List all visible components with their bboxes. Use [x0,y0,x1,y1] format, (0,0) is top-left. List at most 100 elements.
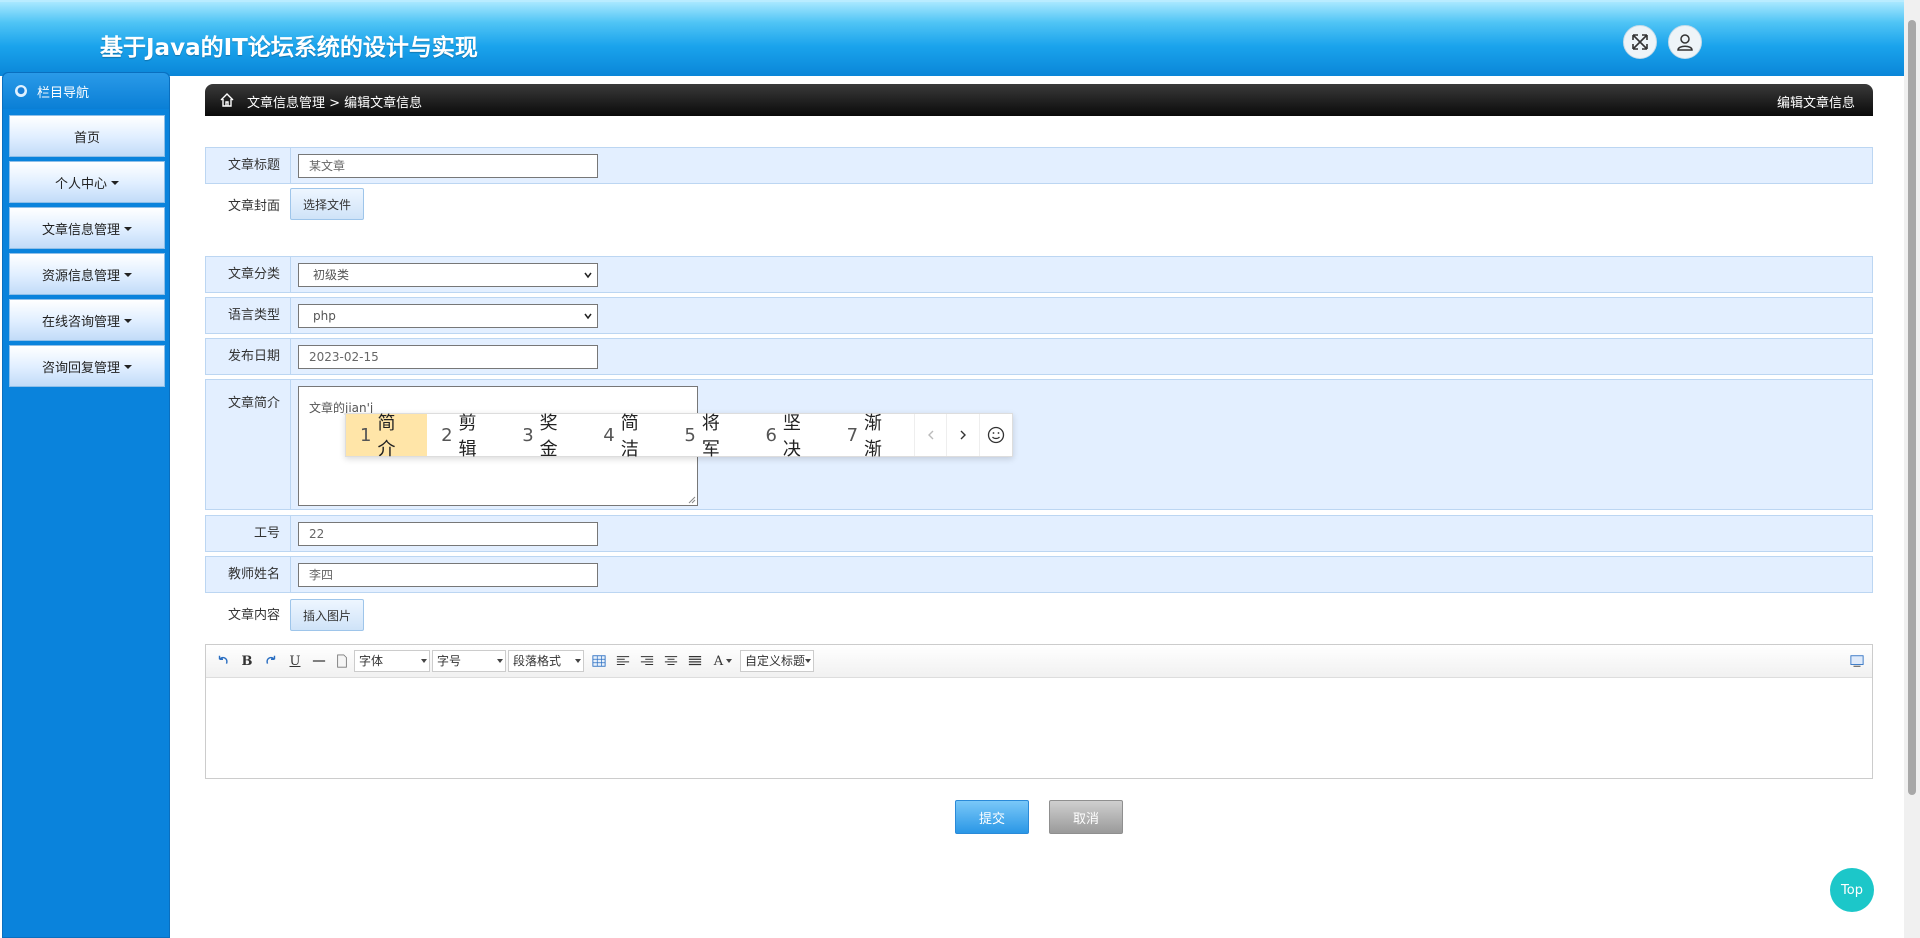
sidebar-item-article-management[interactable]: 文章信息管理 [9,207,165,249]
cancel-button[interactable]: 取消 [1049,800,1123,834]
horizontal-rule-icon[interactable] [310,653,328,669]
align-right-icon[interactable] [638,653,656,669]
page-icon[interactable] [333,653,351,669]
custom-heading-label: 自定义标题 [745,654,806,668]
intro-label: 文章简介 [206,380,291,509]
ime-candidate-text: 奖金 [539,413,558,460]
ime-prev-button[interactable] [913,414,947,456]
caret-down-icon [575,659,581,663]
sidebar: ● 栏目导航 首页 个人中心 文章信息管理 资源信息管理 在线咨询管理 咨询回复… [2,72,170,938]
home-icon[interactable] [219,92,235,108]
bold-icon[interactable]: B [238,653,256,669]
source-code-icon[interactable] [1848,653,1866,669]
user-icon [1677,34,1693,51]
ime-candidate[interactable]: 2 剪辑 [427,413,508,460]
insert-image-button[interactable]: 插入图片 [290,599,364,631]
breadcrumb: 文章信息管理 > 编辑文章信息 [247,96,423,111]
ime-candidate[interactable]: 6 坚决 [751,413,832,460]
editor-toolbar: B U 字体 字号 段落格式 A 自定义标题 [206,645,1872,678]
expand-arrows-icon [1632,34,1648,50]
sidebar-item-label: 首页 [73,130,100,146]
ime-candidate-text: 简洁 [620,413,639,460]
ime-candidate[interactable]: 3 奖金 [508,413,589,460]
caret-down-icon [805,659,811,663]
back-to-top-button[interactable]: Top [1830,868,1874,912]
sidebar-heading: ● 栏目导航 [3,73,169,109]
ime-candidate[interactable]: 4 简洁 [589,413,670,460]
editor-content-area[interactable] [206,678,1872,778]
ime-candidate-text: 简介 [377,413,396,460]
ime-candidate[interactable]: 1 简介 [346,413,428,460]
sidebar-item-personal-center[interactable]: 个人中心 [9,161,165,203]
font-color-icon[interactable]: A [710,653,736,669]
paragraph-format-select[interactable]: 段落格式 [508,650,584,672]
ime-candidate[interactable]: 7 渐渐 [833,413,914,460]
teacher-label: 教师姓名 [206,557,291,592]
ime-candidate-text: 渐渐 [864,413,883,460]
ime-candidate-number: 3 [522,424,534,446]
form-row-teacher: 教师姓名 李四 [205,556,1873,593]
choose-file-button[interactable]: 选择文件 [290,188,364,220]
teacher-input[interactable]: 李四 [298,563,598,587]
redo-icon[interactable] [262,653,280,669]
caret-down-icon [124,227,132,231]
category-selected-value: 初级类 [313,268,350,282]
cover-label: 文章封面 [227,199,280,214]
page-title: 编辑文章信息 [1776,96,1855,111]
resize-grip-icon[interactable] [688,496,696,504]
ime-candidate-text: 将军 [701,413,720,460]
sidebar-item-home[interactable]: 首页 [9,115,165,157]
sidebar-item-resource-management[interactable]: 资源信息管理 [9,253,165,295]
ime-candidate[interactable]: 5 将军 [670,413,751,460]
rich-text-editor: B U 字体 字号 段落格式 A 自定义标题 [205,644,1873,779]
smiley-icon [987,426,1005,444]
language-selected-value: php [313,309,336,323]
job-number-input[interactable]: 22 [298,522,598,546]
job-number-label: 工号 [206,516,291,551]
ime-next-button[interactable] [946,414,979,456]
category-select[interactable]: 初级类 [298,263,598,287]
date-label: 发布日期 [206,339,291,374]
font-size-select[interactable]: 字号 [432,650,506,672]
caret-down-icon [124,319,132,323]
custom-heading-select[interactable]: 自定义标题 [740,650,814,672]
page-scrollbar[interactable] [1904,0,1920,938]
ime-candidate-number: 4 [603,424,615,446]
sidebar-item-label: 咨询回复管理 [41,360,120,376]
ime-emoji-button[interactable] [979,414,1012,456]
caret-down-icon [124,365,132,369]
sidebar-item-label: 在线咨询管理 [41,314,120,330]
app-header: 基于Java的IT论坛系统的设计与实现 [0,0,1904,76]
align-left-icon[interactable] [614,653,632,669]
title-label: 文章标题 [206,148,291,183]
align-center-icon[interactable] [662,653,680,669]
title-input[interactable]: 某文章 [298,154,598,178]
submit-button[interactable]: 提交 [955,800,1029,834]
sidebar-item-consultation-management[interactable]: 在线咨询管理 [9,299,165,341]
caret-down-icon [421,659,427,663]
content-label: 文章内容 [227,608,280,623]
undo-icon[interactable] [214,653,232,669]
form-row-category: 文章分类 初级类 [205,256,1873,293]
date-input[interactable]: 2023-02-15 [298,345,598,369]
language-select[interactable]: php [298,304,598,328]
align-justify-icon[interactable] [686,653,704,669]
sidebar-item-label: 文章信息管理 [41,222,120,238]
table-icon[interactable] [590,653,608,669]
caret-down-icon [111,181,119,185]
form-row-title: 文章标题 某文章 [205,147,1873,184]
fullscreen-button[interactable] [1623,25,1657,59]
font-family-select[interactable]: 字体 [354,650,430,672]
chevron-down-icon [584,272,592,279]
paragraph-format-label: 段落格式 [513,654,562,668]
form-row-job-number: 工号 22 [205,515,1873,552]
user-menu-button[interactable] [1668,25,1702,59]
scrollbar-thumb[interactable] [1908,20,1916,795]
sidebar-item-reply-management[interactable]: 咨询回复管理 [9,345,165,387]
caret-down-icon [124,273,132,277]
navigation-icon: ● [15,85,27,97]
form-row-content: 文章内容 插入图片 [205,599,1873,633]
ime-candidate-popup: 1 简介 2 剪辑 3 奖金 4 简洁 5 将军 6 坚决 7 渐渐 [345,413,1013,460]
underline-icon[interactable]: U [286,653,304,669]
sidebar-item-label: 资源信息管理 [41,268,120,284]
